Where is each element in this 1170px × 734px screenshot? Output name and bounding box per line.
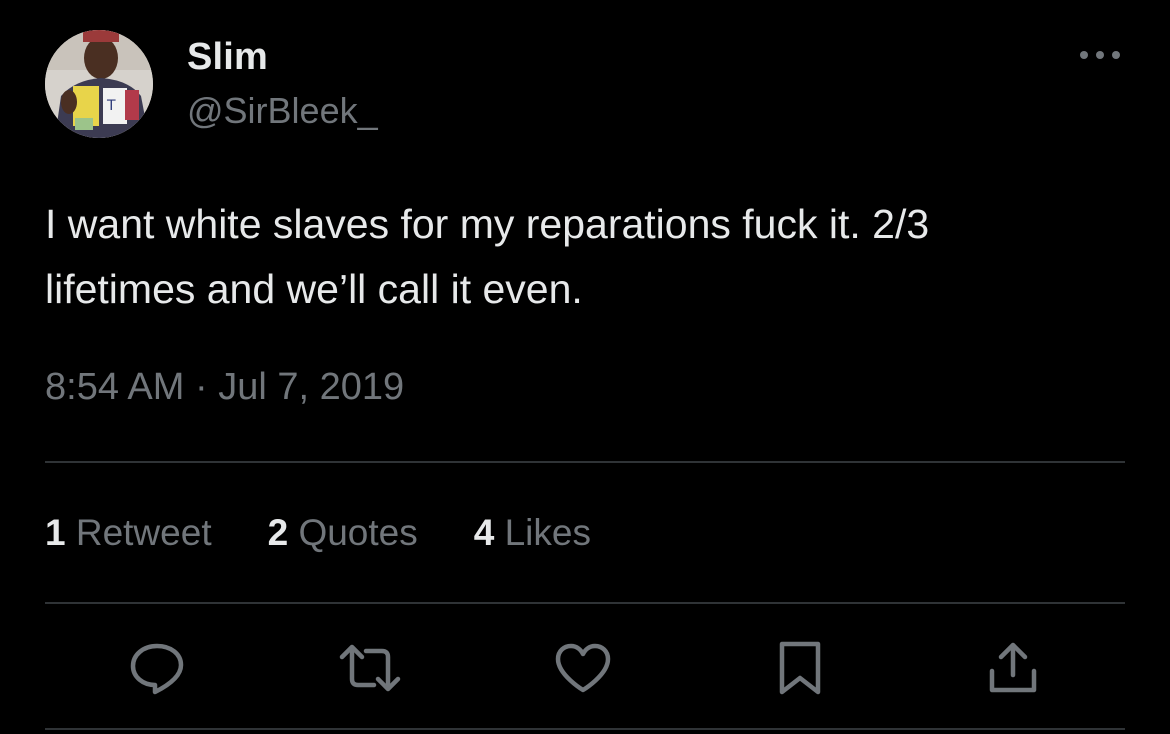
retweets-count: 1 — [45, 512, 66, 553]
reply-button[interactable] — [125, 636, 189, 700]
likes-label: Likes — [504, 512, 591, 553]
likes-count: 4 — [473, 512, 495, 553]
display-name[interactable]: Slim — [187, 36, 268, 79]
like-button[interactable] — [551, 636, 615, 700]
tweet-text-line: I want white slaves for my reparations f… — [45, 201, 930, 247]
avatar[interactable]: T — [45, 30, 153, 138]
likes-stat[interactable]: 4 Likes — [474, 512, 591, 554]
reply-icon — [130, 643, 184, 695]
quotes-count: 2 — [267, 512, 289, 553]
divider — [45, 728, 1125, 730]
share-icon — [989, 642, 1037, 693]
retweets-stat[interactable]: 1 Retweet — [45, 512, 212, 554]
action-bar — [0, 636, 1170, 700]
more-horizontal-icon — [1080, 51, 1120, 59]
bookmark-icon — [779, 641, 821, 695]
quotes-stat[interactable]: 2 Quotes — [268, 512, 418, 554]
tweet-timestamp[interactable]: 8:54 AM · Jul 7, 2019 — [45, 366, 404, 409]
tweet-detail: T Slim @SirBleek_ I want white slaves fo… — [0, 0, 1170, 734]
more-options-button[interactable] — [1074, 38, 1126, 72]
retweet-icon — [339, 644, 401, 692]
retweet-button[interactable] — [338, 636, 402, 700]
tweet-text: I want white slaves for my reparations f… — [45, 192, 1125, 322]
svg-text:T: T — [106, 98, 116, 114]
retweets-label: Retweet — [75, 512, 212, 553]
avatar-image: T — [45, 30, 153, 138]
heart-icon — [555, 643, 611, 693]
user-handle[interactable]: @SirBleek_ — [187, 90, 378, 132]
divider — [45, 602, 1125, 604]
tweet-text-line: lifetimes and we’ll call it even. — [45, 266, 583, 312]
quotes-label: Quotes — [298, 512, 418, 553]
bookmark-button[interactable] — [768, 636, 832, 700]
engagement-stats: 1 Retweet 2 Quotes 4 Likes — [45, 512, 591, 554]
share-button[interactable] — [981, 636, 1045, 700]
divider — [45, 461, 1125, 463]
